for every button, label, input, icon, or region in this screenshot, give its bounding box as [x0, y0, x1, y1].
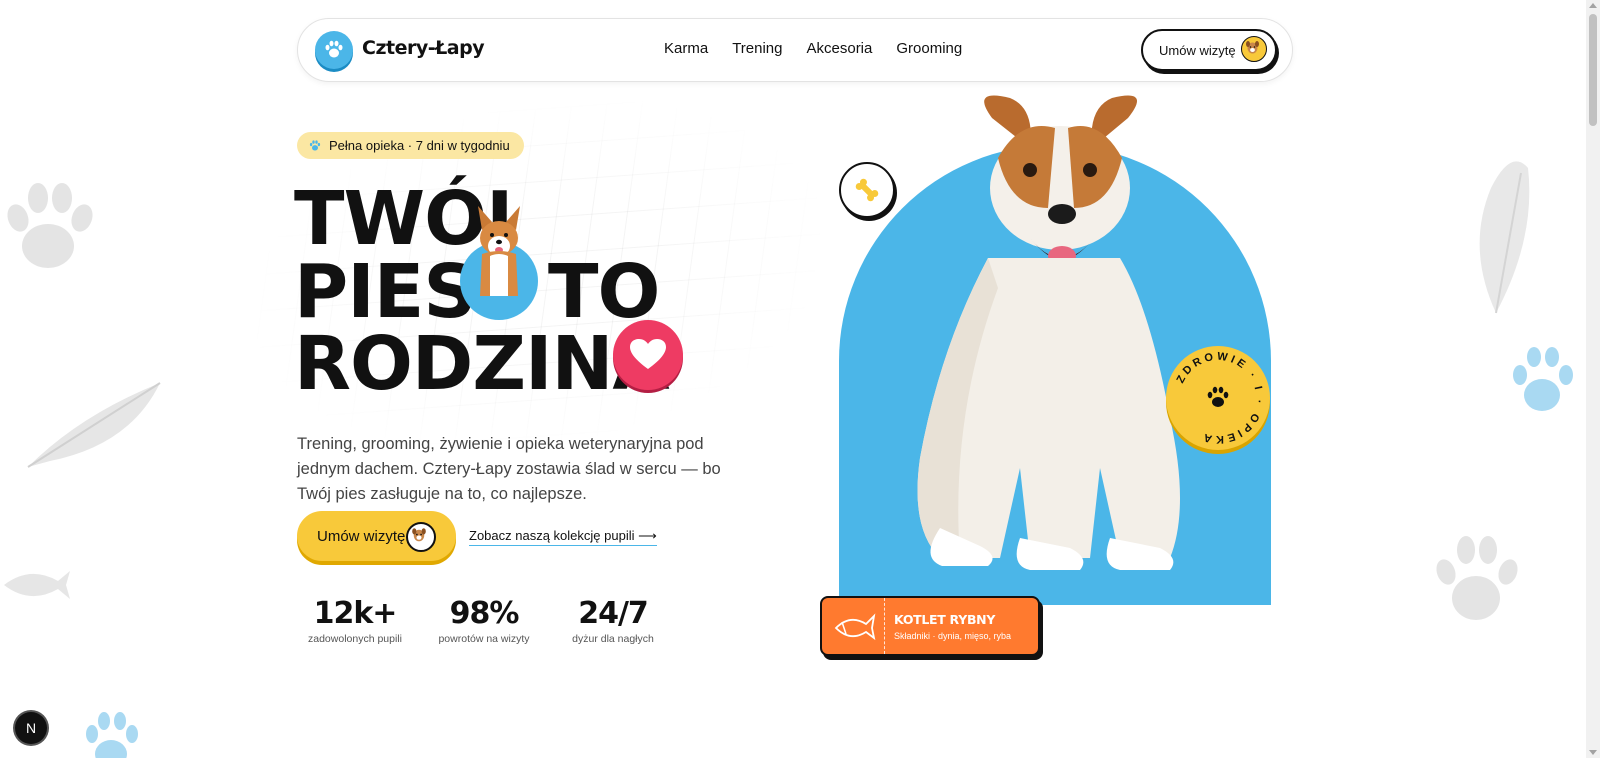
stat-emergency: 24/7 dyżur dla nagłych — [565, 596, 661, 645]
product-card-title: KOTLET RYBNY — [894, 612, 996, 627]
feather-icon — [1479, 161, 1530, 314]
pets-collection-link-text: Zobacz naszą kolekcję pupili — [469, 528, 635, 543]
feather-icon — [27, 382, 161, 468]
paw-logo-icon — [325, 40, 343, 58]
availability-text: Pełna opieka · 7 dni w tygodniu — [329, 138, 510, 153]
arrow-right-icon: ⟶ — [638, 528, 657, 543]
headline-line-3: RODZINA — [294, 321, 670, 407]
dog-face-icon — [1241, 36, 1267, 62]
logo-badge[interactable] — [315, 31, 353, 69]
stat-return-rate: 98% powrotów na wizyty — [432, 596, 536, 645]
stat-happy-pets: 12k+ zadowolonych pupili — [305, 596, 405, 645]
pets-collection-link[interactable]: Zobacz naszą kolekcję pupili ⟶ — [469, 528, 657, 546]
book-visit-label: Umów wizytę — [317, 527, 406, 545]
nav-item-grooming[interactable]: Grooming — [896, 40, 962, 57]
page-scrollbar[interactable] — [1586, 0, 1600, 758]
header-book-visit-label: Umów wizytę — [1159, 42, 1236, 58]
nav-item-trening[interactable]: Trening — [732, 40, 782, 57]
scroll-thumb[interactable] — [1589, 14, 1597, 126]
fish-icon — [4, 571, 70, 599]
headline-line-2: PIES — [294, 249, 477, 335]
health-care-seal: ZDROWIE · I · OPIEKA — [1166, 346, 1270, 450]
stat-caption: dyżur dla nagłych — [572, 633, 654, 645]
nav-item-karma[interactable]: Karma — [664, 40, 708, 57]
bone-icon — [839, 162, 895, 218]
corgi-photo — [460, 206, 538, 320]
stat-value: 12k+ — [313, 596, 398, 631]
header-book-visit-button[interactable]: Umów wizytę — [1141, 29, 1277, 71]
hero-description: Trening, grooming, żywienie i opieka wet… — [297, 434, 721, 503]
heart-icon — [613, 320, 683, 390]
product-card-subtitle: Składniki · dynia, mięso, ryba — [894, 631, 1012, 641]
stat-value: 24/7 — [578, 596, 649, 631]
nav-item-akcesoria[interactable]: Akcesoria — [807, 40, 873, 57]
dog-face-icon — [406, 522, 436, 552]
availability-pill: Pełna opieka · 7 dni w tygodniu — [297, 132, 524, 159]
paw-print-icon — [86, 712, 138, 758]
product-card-fish-cutlet[interactable]: KOTLET RYBNY Składniki · dynia, mięso, r… — [820, 596, 1040, 656]
logo-text[interactable]: Cztery-Łapy — [362, 37, 485, 59]
top-navigation-bar: Cztery-Łapy Karma Trening Akcesoria Groo… — [297, 18, 1293, 82]
headline-line-2b: TO — [548, 249, 660, 335]
book-visit-button[interactable]: Umów wizytę — [297, 511, 456, 561]
paw-icon — [309, 139, 321, 150]
scroll-down-icon[interactable] — [1589, 750, 1597, 755]
fish-icon — [822, 598, 885, 654]
main-nav: Karma Trening Akcesoria Grooming — [664, 40, 962, 57]
stat-caption: powrotów na wizyty — [438, 633, 530, 645]
paw-print-icon — [1513, 347, 1573, 411]
scroll-up-icon[interactable] — [1589, 3, 1597, 8]
stat-caption: zadowolonych pupili — [308, 633, 402, 645]
paw-print-icon — [1436, 536, 1518, 620]
stat-value: 98% — [449, 596, 520, 631]
paw-print-icon — [7, 183, 93, 268]
dev-tools-badge[interactable]: N — [15, 712, 47, 744]
